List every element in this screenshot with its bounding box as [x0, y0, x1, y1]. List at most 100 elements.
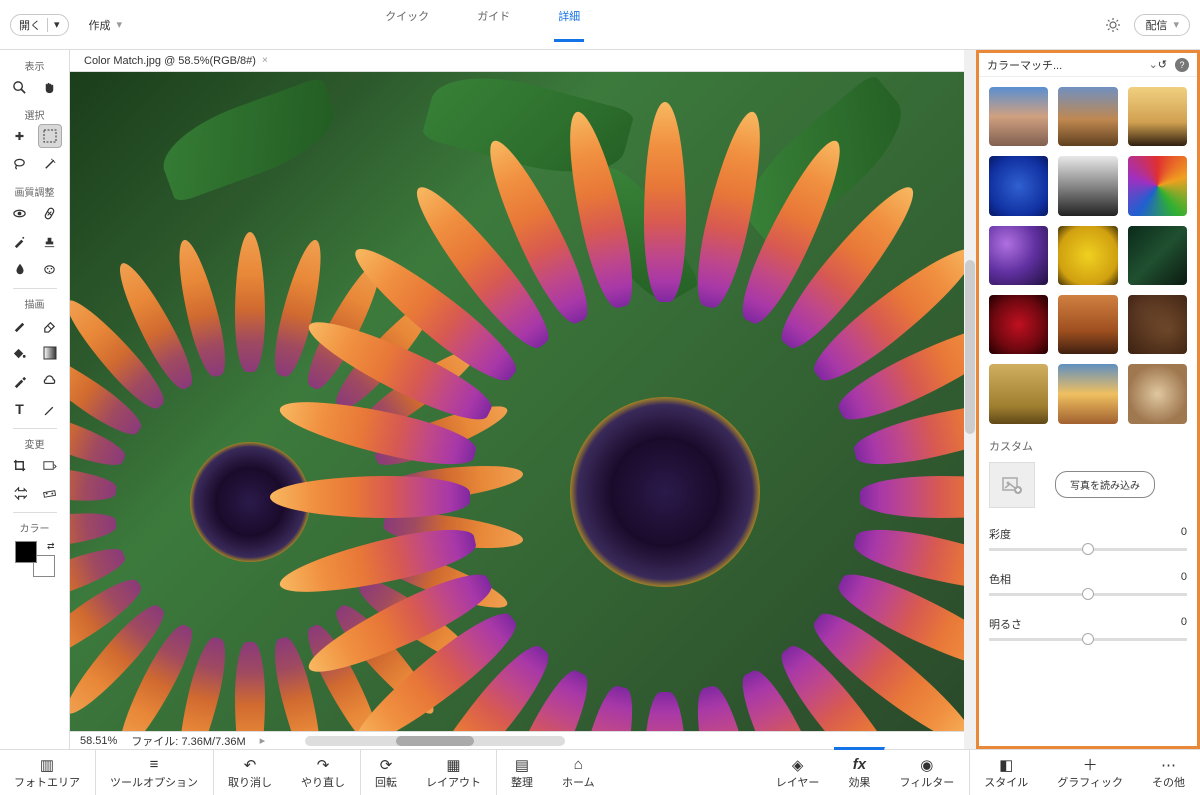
document-tab[interactable]: Color Match.jpg @ 58.5%(RGB/8#) × — [78, 53, 274, 69]
marquee-tool-icon[interactable] — [38, 124, 62, 148]
zoom-level[interactable]: 58.51% — [80, 735, 117, 747]
brush-tool-icon[interactable] — [8, 313, 32, 337]
slider-thumb[interactable] — [1082, 543, 1094, 555]
create-label: 作成 — [89, 17, 111, 33]
magic-wand-tool-icon[interactable] — [38, 152, 62, 176]
more-button[interactable]: ⋯その他 — [1138, 750, 1200, 795]
load-photo-button[interactable]: 写真を読み込み — [1055, 471, 1155, 498]
help-icon[interactable]: ? — [1175, 58, 1189, 72]
slider-label: 明るさ — [989, 616, 1022, 632]
layers-button[interactable]: ◈レイヤー — [762, 750, 835, 795]
chevron-down-icon: ▾ — [1173, 18, 1179, 31]
redeye-tool-icon[interactable] — [8, 201, 32, 225]
fg-color-swatch[interactable] — [15, 541, 37, 563]
slider-value: 0 — [1181, 526, 1187, 542]
swap-colors-icon[interactable]: ⇄ — [47, 541, 55, 552]
text-tool-icon[interactable]: T — [8, 397, 32, 421]
rotate-button[interactable]: ⟳回転 — [361, 750, 412, 795]
stamp-tool-icon[interactable] — [38, 229, 62, 253]
open-button[interactable]: 開く ▾ — [10, 14, 69, 36]
preset-wheat[interactable] — [989, 364, 1048, 423]
preset-purple-bokeh[interactable] — [989, 226, 1048, 285]
blur-tool-icon[interactable] — [8, 257, 32, 281]
preset-latte-art[interactable] — [1128, 364, 1187, 423]
slider-saturation: 彩度0 — [979, 512, 1197, 557]
slider-thumb[interactable] — [1082, 588, 1094, 600]
vertical-scrollbar[interactable] — [964, 50, 976, 749]
preset-desert-road[interactable] — [1058, 87, 1117, 146]
panel-header: カラーマッチ... ⌄ ↺ ? — [979, 53, 1197, 77]
preset-blue-feathers[interactable] — [989, 156, 1048, 215]
effects-button[interactable]: fx効果 — [834, 747, 885, 795]
tab-detail[interactable]: 詳細 — [554, 8, 584, 42]
heal-brush-tool-icon[interactable] — [38, 201, 62, 225]
home-button[interactable]: ⌂ホーム — [548, 750, 610, 795]
canvas[interactable] — [70, 72, 964, 731]
preset-tropical-sunset[interactable] — [1058, 364, 1117, 423]
graphics-button[interactable]: ＋グラフィック — [1043, 750, 1138, 795]
chevron-right-icon[interactable]: ▸ — [260, 734, 266, 747]
gradient-tool-icon[interactable] — [38, 341, 62, 365]
crop-tool-icon[interactable] — [8, 453, 32, 477]
eraser-tool-icon[interactable] — [38, 313, 62, 337]
preset-vivid-paint[interactable] — [1128, 156, 1187, 215]
color-well[interactable]: ⇄ — [15, 541, 55, 577]
main-area: 表示 選択 ✚ 画質調整 描画 — [0, 50, 1200, 749]
filters-button[interactable]: ◉フィルター — [885, 750, 969, 795]
preset-pebbles[interactable] — [1128, 295, 1187, 354]
recompose-tool-icon[interactable] — [38, 453, 62, 477]
preset-yellow-flower[interactable] — [1058, 226, 1117, 285]
custom-label: カスタム — [979, 434, 1197, 454]
photo-area-button[interactable]: ▥フォトエリア — [0, 750, 95, 795]
slider-track[interactable] — [989, 593, 1187, 596]
slider-value: 0 — [1181, 571, 1187, 587]
eyedropper-tool-icon[interactable] — [8, 369, 32, 393]
slider-track[interactable] — [989, 548, 1187, 551]
create-menu[interactable]: 作成 ▾ — [89, 17, 123, 33]
brightness-icon[interactable] — [1102, 14, 1124, 36]
home-icon: ⌂ — [574, 756, 583, 774]
layout-button[interactable]: ▦レイアウト — [412, 750, 496, 795]
move-tool-icon[interactable]: ✚ — [8, 124, 32, 148]
content-move-tool-icon[interactable] — [8, 481, 32, 505]
smart-brush-tool-icon[interactable] — [8, 229, 32, 253]
bottom-bar: ▥フォトエリア ≡ツールオプション ↶取り消し ↷やり直し ⟳回転 ▦レイアウト… — [0, 749, 1200, 795]
organize-button[interactable]: ▤整理 — [497, 750, 548, 795]
shape-tool-icon[interactable] — [38, 369, 62, 393]
slider-thumb[interactable] — [1082, 633, 1094, 645]
styles-button[interactable]: ◧スタイル — [970, 750, 1043, 795]
section-change: 変更 — [25, 436, 45, 451]
tab-quick[interactable]: クイック — [381, 8, 433, 42]
horizontal-scrollbar[interactable] — [305, 736, 565, 746]
slider-value: 0 — [1181, 616, 1187, 632]
slider-track[interactable] — [989, 638, 1187, 641]
tab-guide[interactable]: ガイド — [473, 8, 514, 42]
redo-icon: ↷ — [317, 756, 330, 774]
preset-bw-arch[interactable] — [1058, 156, 1117, 215]
share-label: 配信 — [1145, 17, 1167, 33]
share-button[interactable]: 配信 ▾ — [1134, 14, 1190, 36]
reset-icon[interactable]: ↺ — [1158, 58, 1167, 71]
undo-button[interactable]: ↶取り消し — [214, 750, 287, 795]
divider — [13, 428, 57, 429]
pencil-tool-icon[interactable] — [38, 397, 62, 421]
straighten-tool-icon[interactable] — [38, 481, 62, 505]
section-view: 表示 — [25, 58, 45, 73]
close-icon[interactable]: × — [262, 55, 268, 66]
lasso-tool-icon[interactable] — [8, 152, 32, 176]
preset-sunset-beach[interactable] — [989, 87, 1048, 146]
sponge-tool-icon[interactable] — [38, 257, 62, 281]
preset-autumn-path[interactable] — [1058, 295, 1117, 354]
tool-options-button[interactable]: ≡ツールオプション — [96, 750, 213, 795]
preset-dark-leaves[interactable] — [1128, 226, 1187, 285]
redo-button[interactable]: ↷やり直し — [287, 750, 360, 795]
hand-tool-icon[interactable] — [38, 75, 62, 99]
fill-tool-icon[interactable] — [8, 341, 32, 365]
zoom-tool-icon[interactable] — [8, 75, 32, 99]
preset-red-rose[interactable] — [989, 295, 1048, 354]
custom-thumbnail[interactable] — [989, 462, 1035, 508]
panel-title[interactable]: カラーマッチ... — [987, 57, 1149, 73]
preset-silhouette[interactable] — [1128, 87, 1187, 146]
chevron-down-icon[interactable]: ⌄ — [1149, 58, 1158, 71]
section-draw: 描画 — [25, 296, 45, 311]
